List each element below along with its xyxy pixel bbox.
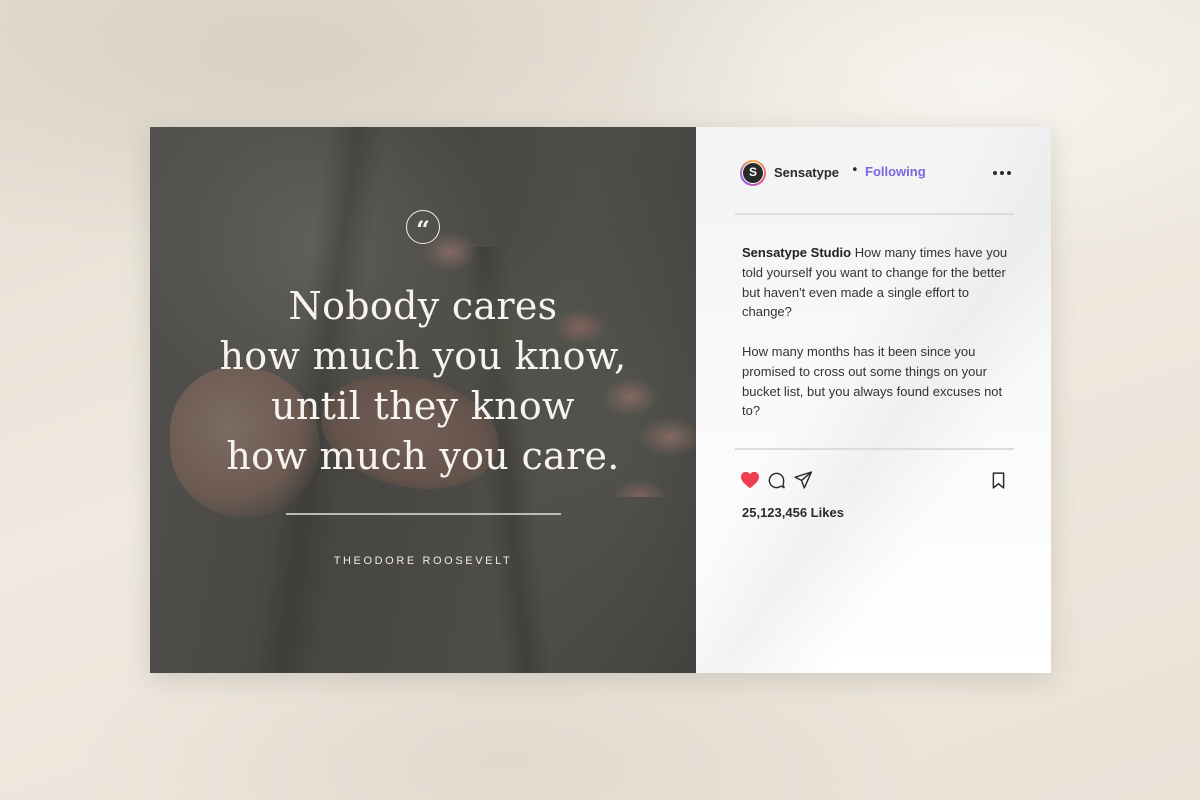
post-caption: Sensatype Studio How many times have you… <box>742 243 1008 421</box>
more-dot <box>993 171 997 175</box>
more-dot <box>1000 171 1004 175</box>
post-mockup-card: “ Nobody cares how much you know, until … <box>150 127 1051 673</box>
avatar[interactable]: S <box>740 160 766 186</box>
header-divider <box>735 213 1014 215</box>
username-link[interactable]: Sensatype <box>774 165 839 180</box>
caption-author-link[interactable]: Sensatype Studio <box>742 245 851 260</box>
bookmark-icon[interactable] <box>992 472 1005 489</box>
share-icon[interactable] <box>794 471 813 489</box>
quote-line: until they know <box>271 384 575 428</box>
quote-line: how much you care. <box>226 434 620 478</box>
avatar-letter: S <box>742 162 764 184</box>
quote-text: Nobody cares how much you know, until th… <box>170 281 676 481</box>
post-image[interactable]: “ Nobody cares how much you know, until … <box>150 127 696 673</box>
heart-icon[interactable] <box>740 471 760 489</box>
comment-icon[interactable] <box>767 471 786 490</box>
caption-paragraph: Sensatype Studio How many times have you… <box>742 243 1008 322</box>
following-button[interactable]: Following <box>865 164 926 179</box>
actions-divider <box>735 448 1014 450</box>
post-details-panel: S Sensatype • Following Sensatype Studio… <box>696 127 1051 673</box>
likes-count[interactable]: 25,123,456 Likes <box>742 505 844 520</box>
quote-line: how much you know, <box>219 334 627 378</box>
quote-line: Nobody cares <box>288 284 558 328</box>
separator-dot: • <box>851 163 859 178</box>
quote-mark-icon: “ <box>406 210 440 244</box>
quote-author: THEODORE ROOSEVELT <box>333 555 513 567</box>
quote-divider <box>286 513 561 515</box>
more-icon[interactable] <box>993 171 1011 175</box>
caption-paragraph: How many months has it been since you pr… <box>742 343 1003 419</box>
more-dot <box>1007 171 1011 175</box>
